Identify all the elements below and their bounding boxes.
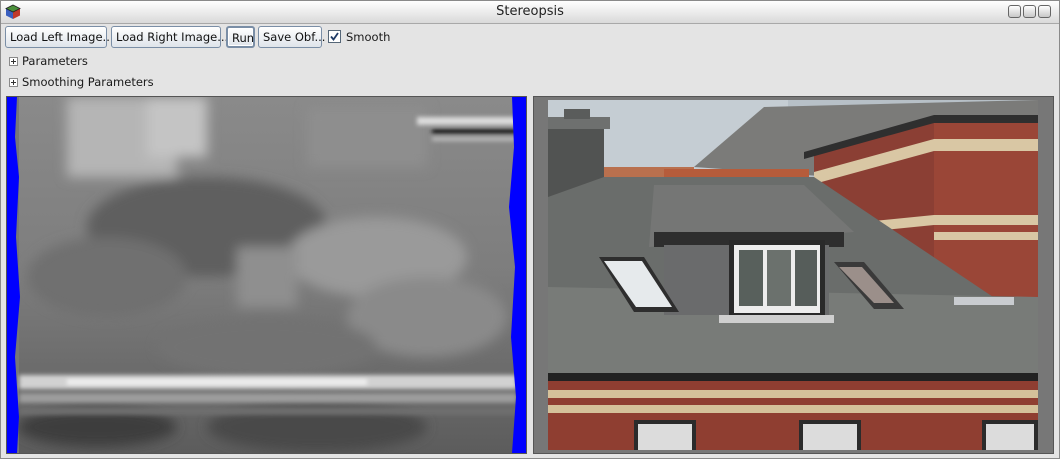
smooth-checkbox[interactable] xyxy=(328,30,341,43)
section-label-smoothing: Smoothing Parameters xyxy=(22,75,154,89)
panel-divider[interactable] xyxy=(528,96,532,454)
expand-plus-icon[interactable] xyxy=(9,57,18,66)
expand-plus-icon[interactable] xyxy=(9,78,18,87)
maximize-icon[interactable] xyxy=(1023,5,1036,18)
toolbar: Load Left Image... Load Right Image... R… xyxy=(1,24,1059,52)
smooth-label: Smooth xyxy=(346,30,391,44)
disparity-map-panel xyxy=(6,96,527,454)
minimize-icon[interactable] xyxy=(1008,5,1021,18)
run-button[interactable]: Run xyxy=(226,26,255,48)
right-image-photo xyxy=(534,97,1053,453)
right-image-panel xyxy=(533,96,1054,454)
section-label-parameters: Parameters xyxy=(22,54,88,68)
load-right-image-button[interactable]: Load Right Image... xyxy=(111,26,228,48)
save-obf-button[interactable]: Save Obf... xyxy=(258,26,325,48)
checkmark-icon xyxy=(330,32,339,41)
close-icon[interactable] xyxy=(1038,5,1051,18)
load-left-image-button[interactable]: Load Left Image... xyxy=(5,26,114,48)
window-title: Stereopsis xyxy=(496,4,564,19)
disparity-map-image xyxy=(7,97,526,453)
title-bar[interactable]: Stereopsis xyxy=(1,1,1059,24)
app-window: Stereopsis Load Left Image... Load Right… xyxy=(0,0,1060,459)
